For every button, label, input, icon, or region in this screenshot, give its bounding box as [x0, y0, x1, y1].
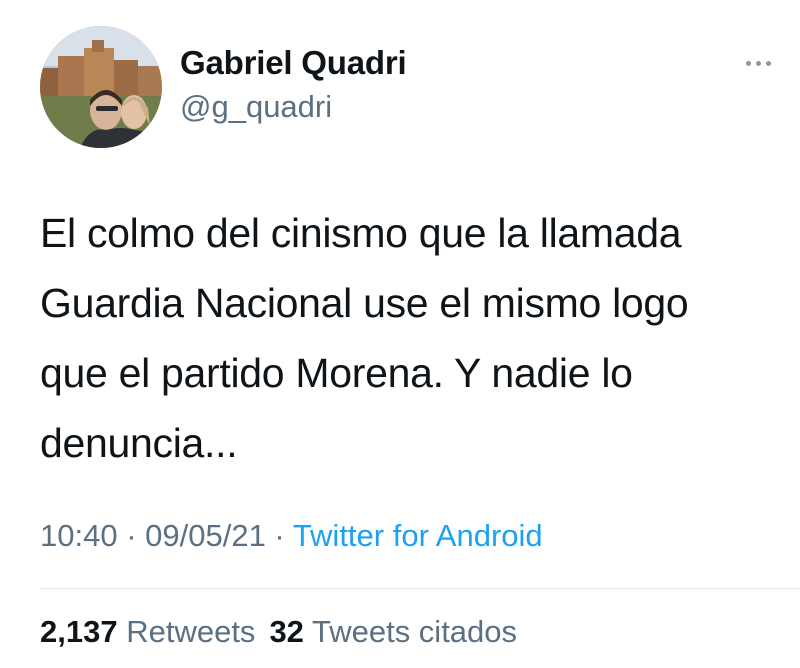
more-options-icon[interactable] — [738, 52, 778, 74]
quotes-label: Tweets citados — [311, 614, 518, 649]
tweet-stats: 2,137 Retweets 32 Tweets citados — [40, 614, 517, 650]
tweet-date[interactable]: 09/05/21 — [145, 518, 266, 553]
dot — [765, 60, 771, 66]
tweet-source-link[interactable]: Twitter for Android — [293, 518, 543, 553]
meta-separator: · — [117, 518, 146, 553]
tweet-line: El colmo del cinismo que la llamada — [40, 210, 682, 256]
author-avatar[interactable] — [40, 26, 162, 148]
author-handle[interactable]: @g_quadri — [180, 89, 332, 125]
author-name[interactable]: Gabriel Quadri — [180, 44, 407, 82]
tweet-line: Guardia Nacional use el mismo logo — [40, 280, 689, 326]
quote-tweets-stat[interactable]: 32 Tweets citados — [269, 614, 517, 649]
avatar-photo — [40, 26, 162, 148]
meta-separator: · — [265, 518, 293, 553]
dot — [745, 60, 751, 66]
retweets-count: 2,137 — [40, 614, 118, 649]
tweet-text: El colmo del cinismo que la llamada Guar… — [40, 198, 780, 478]
tweet-time[interactable]: 10:40 — [40, 518, 118, 553]
dot — [755, 60, 761, 66]
tweet-meta: 10:40 · 09/05/21 · Twitter for Android — [40, 518, 543, 554]
quotes-count: 32 — [269, 614, 304, 649]
tweet-line: denuncia... — [40, 420, 238, 466]
retweets-label: Retweets — [126, 614, 256, 649]
divider — [40, 588, 800, 589]
retweets-stat[interactable]: 2,137 Retweets — [40, 614, 255, 649]
tweet-line: que el partido Morena. Y nadie lo — [40, 350, 633, 396]
